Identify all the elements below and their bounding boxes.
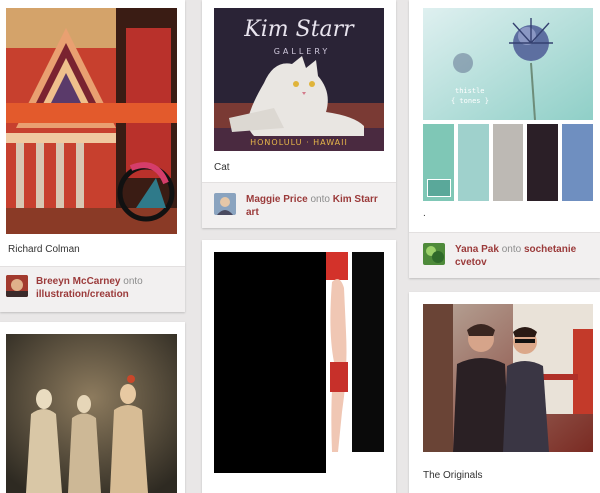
pin-image[interactable] xyxy=(423,304,593,452)
caption-line-2: { tones } xyxy=(451,97,489,105)
pinner-link[interactable]: Maggie Price xyxy=(246,194,308,205)
pin-image[interactable]: Kim Starr GALLERY HONOLULU · HAWAII xyxy=(214,8,384,151)
pin-description: . xyxy=(423,208,426,219)
pin-card[interactable]: The Originals xyxy=(409,292,600,493)
pin-attribution[interactable]: Maggie Price onto Kim Starr art xyxy=(202,182,396,228)
pin-image[interactable]: thistle { tones } xyxy=(423,8,593,120)
pin-card[interactable] xyxy=(202,240,396,493)
pinner-link[interactable]: Breeyn McCarney xyxy=(36,276,120,287)
caption-line-1: thistle xyxy=(455,87,485,95)
palette-swatch xyxy=(527,124,559,201)
logo-sub-text: GALLERY xyxy=(274,47,331,56)
pin-image[interactable] xyxy=(6,334,177,493)
avatar[interactable] xyxy=(214,193,236,215)
pin-card[interactable]: Kim Starr GALLERY HONOLULU · HAWAII Cat … xyxy=(202,0,396,228)
palette-swatch xyxy=(562,124,593,201)
logo-script-text: Kim Starr xyxy=(243,17,355,42)
pin-attribution-text: Yana Pak onto sochetanie cvetov xyxy=(455,243,595,269)
pin-image[interactable] xyxy=(214,252,384,473)
pin-image[interactable] xyxy=(6,8,177,234)
pin-description: The Originals xyxy=(423,470,483,481)
pin-card[interactable]: thistle { tones } . Yana Pak onto sochet… xyxy=(409,0,600,278)
palette-swatch xyxy=(423,124,454,201)
avatar[interactable] xyxy=(6,275,28,297)
brand-logo xyxy=(427,179,451,197)
onto-text: onto xyxy=(123,276,143,287)
onto-text: onto xyxy=(501,244,522,255)
pin-description: Cat xyxy=(214,162,230,173)
onto-text: onto xyxy=(310,194,330,205)
color-palette xyxy=(423,124,593,201)
pin-attribution[interactable]: Yana Pak onto sochetanie cvetov xyxy=(409,232,600,278)
pin-attribution-text: Maggie Price onto Kim Starr art xyxy=(246,193,386,219)
logo-bottom-text: HONOLULU · HAWAII xyxy=(250,138,348,147)
pin-attribution[interactable]: Breeyn McCarney onto illustration/creati… xyxy=(0,266,185,312)
pin-card[interactable]: Richard Colman Breeyn McCarney onto illu… xyxy=(0,0,185,312)
pin-card[interactable] xyxy=(0,322,185,493)
palette-swatch xyxy=(492,124,524,201)
palette-swatch xyxy=(457,124,489,201)
board-link[interactable]: illustration/creation xyxy=(36,289,129,300)
pinner-link[interactable]: Yana Pak xyxy=(455,244,499,255)
avatar[interactable] xyxy=(423,243,445,265)
pin-description: Richard Colman xyxy=(8,244,80,255)
pin-attribution-text: Breeyn McCarney onto illustration/creati… xyxy=(36,275,176,301)
